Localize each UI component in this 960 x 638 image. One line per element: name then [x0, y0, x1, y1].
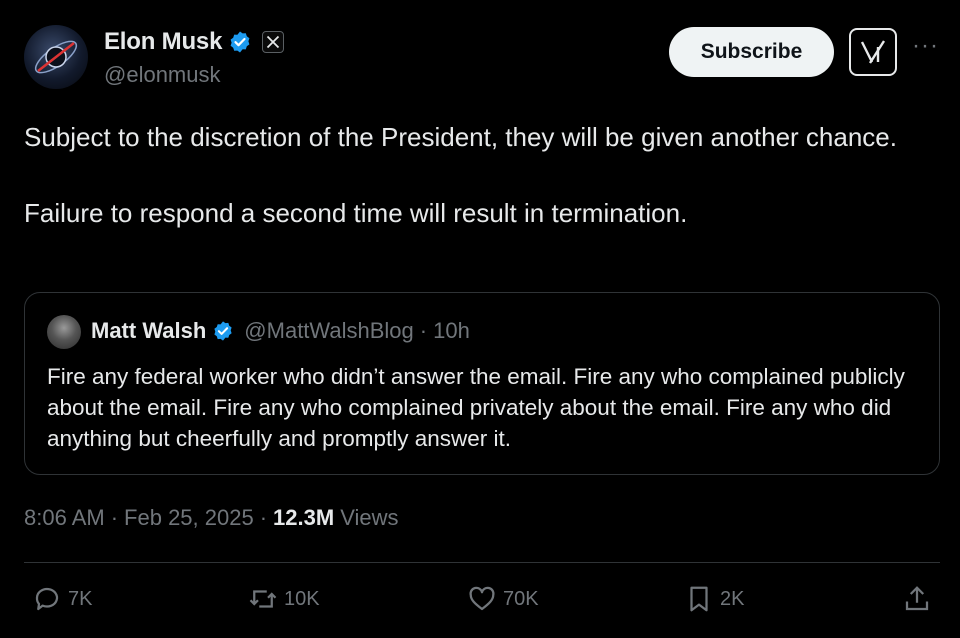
tweet-time[interactable]: 8:06 AM	[24, 505, 105, 531]
author-display-name[interactable]: Elon Musk	[104, 28, 222, 56]
meta-separator: ·	[259, 505, 268, 530]
reply-count: 7K	[68, 587, 93, 610]
subscribe-button[interactable]: Subscribe	[669, 27, 834, 77]
repost-button[interactable]: 10K	[248, 584, 320, 614]
quoted-tweet-text: Fire any federal worker who didn’t answe…	[47, 364, 905, 451]
quoted-author-avatar[interactable]	[47, 315, 81, 349]
repost-count: 10K	[284, 587, 320, 610]
grok-icon[interactable]	[849, 28, 897, 76]
share-button[interactable]	[902, 584, 932, 614]
verified-badge-icon[interactable]	[228, 30, 252, 54]
meta-separator: ·	[110, 505, 119, 530]
like-count: 70K	[503, 587, 539, 610]
reply-button[interactable]: 7K	[32, 584, 92, 614]
divider	[24, 562, 940, 563]
quoted-author-handle[interactable]: @MattWalshBlog	[244, 318, 413, 344]
repost-icon	[249, 590, 277, 608]
author-name-row: Elon Musk	[104, 28, 285, 56]
more-options-icon[interactable]: ···	[912, 34, 939, 58]
like-button[interactable]: 70K	[467, 584, 539, 614]
bookmark-icon	[690, 586, 708, 612]
heart-icon	[469, 586, 495, 611]
x-logo-glyph	[267, 35, 280, 49]
quoted-tweet[interactable]: Matt Walsh @MattWalshBlog · 10h Fire any…	[24, 292, 940, 475]
quoted-author-name[interactable]: Matt Walsh	[91, 318, 206, 344]
views-label: Views	[340, 505, 399, 530]
grok-glyph	[860, 40, 886, 64]
bookmark-count: 2K	[720, 587, 745, 610]
reply-icon	[35, 587, 59, 611]
author-handle[interactable]: @elonmusk	[104, 62, 221, 88]
quoted-meta-separator: ·	[419, 318, 428, 343]
quoted-verified-badge-icon	[214, 321, 232, 341]
views-count: 12.3M	[273, 505, 335, 530]
tweet-text: Subject to the discretion of the Preside…	[24, 122, 897, 228]
avatar-galaxy-art	[34, 40, 78, 74]
x-logo-icon[interactable]	[262, 31, 285, 53]
quoted-tweet-header: Matt Walsh @MattWalshBlog · 10h	[91, 318, 470, 344]
tweet-meta: 8:06 AM · Feb 25, 2025 · 12.3M Views	[24, 505, 399, 531]
tweet-date[interactable]: Feb 25, 2025	[124, 505, 254, 531]
bookmark-button[interactable]: 2K	[684, 584, 744, 614]
share-icon	[905, 586, 929, 611]
quoted-timestamp[interactable]: 10h	[433, 318, 470, 344]
author-avatar[interactable]	[24, 25, 88, 89]
